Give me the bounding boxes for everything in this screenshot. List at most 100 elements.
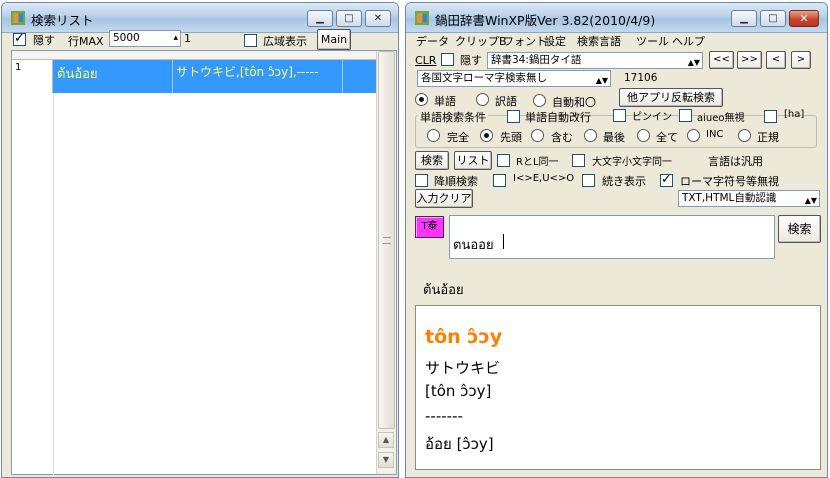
ha-checkbox[interactable] [764,110,777,123]
row-word: ต้นอ้อย [53,60,173,93]
vertical-scrollbar[interactable]: ▲ ▼ [376,51,396,474]
match-exact-label: 完全 [447,131,469,144]
search-condition-label: 単語検索条件 [418,109,488,125]
reverse-search-button[interactable]: 他アプリ反転検索 [619,88,723,107]
io-eu-checkbox[interactable] [493,174,506,187]
close-button[interactable]: ✕ [789,10,819,27]
close-button[interactable]: ✕ [365,10,391,27]
list-button[interactable]: リスト [454,151,492,170]
match-exact-radio[interactable] [427,129,440,142]
match-inc-radio[interactable] [687,129,700,142]
result-line-2: [tôn ɔ̂ɔy] [425,382,492,400]
roman-ignore-label: ローマ字符号等無視 [680,175,779,188]
match-contains-label: 含む [551,131,573,144]
result-line-3: ------- [425,407,463,425]
nav-last-button[interactable]: >> [737,51,762,69]
result-line-1: サトウキビ [425,359,501,377]
main-button[interactable]: Main [317,29,351,50]
result-pane[interactable]: tôn ɔ̂ɔy サトウキビ [tôn ɔ̂ɔy] ------- อ้อย [… [415,305,821,470]
dictionary-select-value: 辞書34:鍋田タイ語 [491,54,582,66]
descending-checkbox[interactable] [415,174,428,187]
menu-data[interactable]: データ [416,33,449,49]
row-max-value: 5000 [113,32,140,44]
search-button-main[interactable]: 検索 [778,215,821,243]
language-note: 言語は汎用 [708,155,763,168]
radio-word[interactable] [415,93,428,106]
hide-checkbox[interactable] [13,31,26,46]
maximize-button[interactable]: □ [760,10,786,27]
arrow-down-icon: ▼ [382,455,390,464]
minimize-button[interactable]: ▁ [731,10,757,27]
radio-translation-label: 訳語 [495,95,517,108]
menu-clip[interactable]: クリップB [455,33,507,49]
menu-bar: データ クリップB フォント 設定 検索言語 ツール ヘルプ [406,33,827,49]
search-input[interactable]: ตนออย [449,215,775,259]
radio-auto[interactable] [533,94,546,107]
wide-display-checkbox[interactable] [244,34,257,47]
search-list-title: 検索リスト [31,13,94,28]
match-inc-label: INC [706,129,724,140]
pinyin-checkbox[interactable] [613,109,626,122]
menu-search-lang[interactable]: 検索言語 [577,33,621,49]
thai-language-button[interactable]: T泰 [415,216,444,238]
roman-search-select[interactable]: 各国文字ローマ字検索無し ▲▼ [417,70,611,87]
pinyin-label: ピンイン [632,112,672,123]
menu-tools[interactable]: ツール [636,33,669,49]
nav-first-button[interactable]: << [709,51,734,69]
nav-prev-button[interactable]: < [766,51,786,69]
result-list[interactable]: 1 ต้นอ้อย サトウキビ,[tôn ɔ̂ɔy],----- ▲ ▼ [11,50,397,476]
maximize-icon: □ [768,13,778,24]
close-icon: ✕ [799,12,809,25]
roman-ignore-checkbox[interactable] [660,172,673,187]
match-suffix-radio[interactable] [584,129,597,142]
list-header-line [12,51,376,60]
arrow-up-icon: ▲ [382,435,390,444]
match-regex-radio[interactable] [738,129,751,142]
auto-newline-checkbox[interactable] [507,110,520,123]
descending-label: 降順検索 [434,175,478,188]
table-row[interactable]: 1 ต้นอ้อย サトウキビ,[tôn ɔ̂ɔy],----- [12,60,376,93]
radio-translation[interactable] [476,93,489,106]
txt-html-select[interactable]: TXT,HTML自動認識 ▲▼ [678,190,820,207]
maximize-icon: □ [344,13,354,24]
case-same-checkbox[interactable] [572,154,585,167]
menu-help[interactable]: ヘルプ [672,33,705,49]
scrollbar-thumb[interactable] [378,51,395,429]
search-button[interactable]: 検索 [415,151,449,170]
menu-settings[interactable]: 設定 [544,33,566,49]
match-prefix-radio[interactable] [480,129,493,142]
rl-same-checkbox[interactable] [497,154,510,167]
grip-icon [383,237,391,244]
clr-label[interactable]: CLR [415,54,436,67]
ha-label: [ha] [784,109,805,120]
match-contains-radio[interactable] [531,129,544,142]
dropdown-icon: ▲▼ [804,196,817,205]
hide-checkbox[interactable] [441,53,454,66]
row-max-spinner[interactable]: 5000 ▴ [109,30,181,47]
minimize-button[interactable]: ▁ [307,10,333,27]
maximize-button[interactable]: □ [336,10,362,27]
scroll-up-button[interactable]: ▲ [378,432,394,448]
dropdown-icon: ▲▼ [687,58,700,67]
match-all-radio[interactable] [637,129,650,142]
io-eu-label: I<>E,U<>O [513,173,575,184]
hide-label: 隠す [460,54,482,67]
match-all-label: 全て [656,131,678,144]
dictionary-select[interactable]: 辞書34:鍋田タイ語 ▲▼ [487,52,703,69]
dictionary-titlebar[interactable]: 鍋田辞書WinXP版Ver 3.82(2010/4/9) ▁ □ ✕ [406,3,827,33]
dropdown-icon: ▲▼ [595,76,608,85]
close-icon: ✕ [373,13,383,24]
scroll-down-button[interactable]: ▼ [378,452,394,468]
search-input-value: ตนออย [453,238,494,253]
continue-checkbox[interactable] [582,174,595,187]
aiueo-label: aiueo無視 [697,113,745,124]
aiueo-checkbox[interactable] [679,109,692,122]
roman-search-value: 各国文字ローマ字検索無し [421,72,547,84]
menu-font[interactable]: フォント [503,33,547,49]
nav-next-button[interactable]: > [791,51,811,69]
dictionary-title: 鍋田辞書WinXP版Ver 3.82(2010/4/9) [435,13,656,28]
spinner-icon[interactable]: ▴ [173,31,178,46]
wide-display-label: 広域表示 [263,35,307,48]
radio-auto-label: 自動和〇 [552,96,596,109]
clear-input-button[interactable]: 入力クリア [415,189,473,208]
